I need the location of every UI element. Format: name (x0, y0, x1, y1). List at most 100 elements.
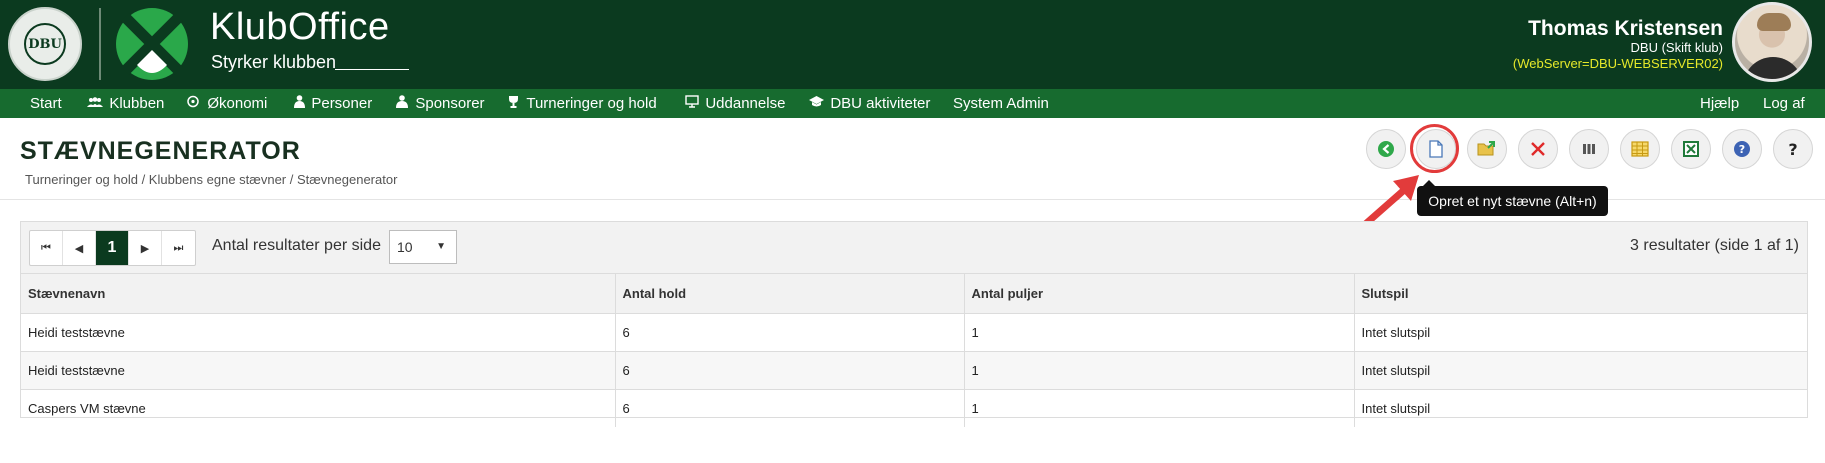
table-cell: 1 (964, 389, 1355, 427)
table-icon (1631, 141, 1649, 157)
svg-text:?: ? (1788, 140, 1797, 158)
nav-item-klubben[interactable]: Klubben (87, 89, 164, 118)
last-page-button[interactable]: ⏭ (162, 231, 195, 265)
next-page-button[interactable]: ▶ (129, 231, 162, 265)
table-row[interactable]: Heidi teststævne 6 1 Intet slutspil (21, 351, 1807, 390)
question-icon: ? (1788, 140, 1797, 158)
svg-text:?: ? (1739, 143, 1745, 156)
results-panel: ⏮ ◀ 1 ▶ ⏭ Antal resultater per side 10 ▼… (20, 221, 1808, 427)
delete-button[interactable] (1518, 129, 1558, 169)
graduation-cap-icon (809, 96, 827, 111)
question-button[interactable]: ? (1773, 129, 1813, 169)
nav-item-turneringer[interactable]: Turneringer og hold (507, 89, 657, 118)
brand-name: KlubOffice (210, 6, 390, 48)
results-table: Stævnenavn Antal hold Antal puljer Sluts… (21, 274, 1807, 427)
slogan-underline (335, 69, 409, 70)
table-header-row: Stævnenavn Antal hold Antal puljer Sluts… (21, 274, 1807, 314)
columns-icon (1583, 144, 1595, 154)
open-button[interactable] (1467, 129, 1507, 169)
dbu-logo-text: DBU (24, 23, 66, 65)
nav-item-start[interactable]: Start (30, 89, 62, 118)
dbu-logo[interactable]: DBU (8, 7, 82, 81)
table-cell: Heidi teststævne (21, 313, 616, 352)
nav-item-label: Hjælp (1700, 95, 1740, 112)
person-icon (294, 95, 308, 111)
main-nav: Start Klubben Økonomi Personer Sponsorer… (0, 89, 1825, 118)
help-circle-icon: ? (1734, 141, 1750, 157)
page-button-current[interactable]: 1 (96, 231, 129, 265)
nav-item-help[interactable]: Hjælp (1700, 89, 1739, 118)
nav-item-sponsorer[interactable]: Sponsorer (395, 89, 485, 118)
table-cell: 1 (964, 313, 1355, 352)
pager-bar: ⏮ ◀ 1 ▶ ⏭ Antal resultater per side 10 ▼… (21, 222, 1807, 274)
table-cell: Intet slutspil (1354, 351, 1807, 390)
column-header[interactable]: Antal hold (615, 274, 965, 314)
table-cell: Heidi teststævne (21, 351, 616, 390)
nav-item-logout[interactable]: Log af (1763, 89, 1805, 118)
nav-item-label: Turneringer og hold (526, 95, 657, 112)
first-page-icon: ⏮ (41, 241, 51, 254)
avatar-hair (1757, 13, 1791, 31)
table-cell: Intet slutspil (1354, 313, 1807, 352)
back-button[interactable] (1366, 129, 1406, 169)
nav-item-label: Uddannelse (705, 95, 786, 112)
user-name: Thomas Kristensen (1528, 17, 1723, 40)
prev-page-icon: ◀ (74, 241, 84, 255)
column-header[interactable]: Slutspil (1354, 274, 1807, 314)
last-page-icon: ⏭ (173, 241, 184, 254)
next-page-icon: ▶ (140, 241, 150, 255)
first-page-button[interactable]: ⏮ (30, 231, 63, 265)
nav-item-label: Sponsorer (415, 95, 485, 112)
column-header[interactable]: Stævnenavn (21, 274, 616, 314)
per-page-label: Antal resultater per side (212, 237, 381, 254)
table-button[interactable] (1620, 129, 1660, 169)
sponsor-icon (395, 95, 412, 111)
nav-item-label: Start (30, 95, 62, 112)
avatar-shirt (1743, 57, 1803, 79)
nav-item-label: System Admin (953, 95, 1049, 112)
table-cell: 6 (615, 351, 965, 390)
nav-item-label: Personer (311, 95, 373, 112)
kluboffice-logo[interactable] (115, 7, 189, 81)
nav-item-personer[interactable]: Personer (294, 89, 372, 118)
prev-page-button[interactable]: ◀ (63, 231, 96, 265)
nav-item-label: Klubben (109, 95, 165, 112)
back-icon (1378, 141, 1394, 157)
tooltip: Opret et nyt stævne (Alt+n) (1417, 180, 1608, 216)
nav-item-label: Økonomi (207, 95, 268, 112)
header-divider (99, 8, 101, 80)
column-header[interactable]: Antal puljer (964, 274, 1355, 314)
help-button[interactable]: ? (1722, 129, 1762, 169)
trophy-icon (507, 96, 523, 111)
nav-item-uddannelse[interactable]: Uddannelse (685, 89, 785, 118)
excel-export-icon (1683, 141, 1699, 157)
nav-item-dbu-aktiviteter[interactable]: DBU aktiviteter (809, 89, 930, 118)
avatar[interactable] (1732, 2, 1812, 82)
coins-icon (187, 95, 204, 111)
columns-button[interactable] (1569, 129, 1609, 169)
table-cell: 1 (964, 351, 1355, 390)
brand-slogan: Styrker klubben (211, 52, 337, 72)
delete-icon (1531, 142, 1545, 156)
nav-item-label: DBU aktiviteter (830, 95, 931, 112)
excel-export-button[interactable] (1671, 129, 1711, 169)
switch-club-link[interactable]: DBU (Skift klub) (1631, 40, 1723, 55)
per-page-value: 10 (397, 239, 413, 255)
table-cell: 6 (615, 389, 965, 427)
per-page-select[interactable]: 10 ▼ (389, 230, 457, 264)
users-icon (87, 97, 106, 111)
open-folder-icon (1477, 141, 1495, 156)
chevron-down-icon: ▼ (436, 241, 446, 252)
result-count: 3 resultater (side 1 af 1) (1630, 237, 1799, 254)
nav-item-label: Log af (1763, 95, 1805, 112)
pager: ⏮ ◀ 1 ▶ ⏭ (29, 230, 196, 266)
app-header: DBU KlubOffice Styrker klubben Thomas Kr… (0, 0, 1825, 89)
table-cell: 6 (615, 313, 965, 352)
table-row[interactable]: Heidi teststævne 6 1 Intet slutspil (21, 313, 1807, 352)
presentation-icon (685, 95, 702, 111)
nav-item-okonomi[interactable]: Økonomi (187, 89, 267, 118)
breadcrumb[interactable]: Turneringer og hold / Klubbens egne stæv… (25, 172, 397, 187)
nav-item-system-admin[interactable]: System Admin (953, 89, 1049, 118)
table-cell: Intet slutspil (1361, 401, 1431, 416)
table-row[interactable]: Caspers VM stævne 6 1 Intet slutspil (21, 389, 1807, 427)
